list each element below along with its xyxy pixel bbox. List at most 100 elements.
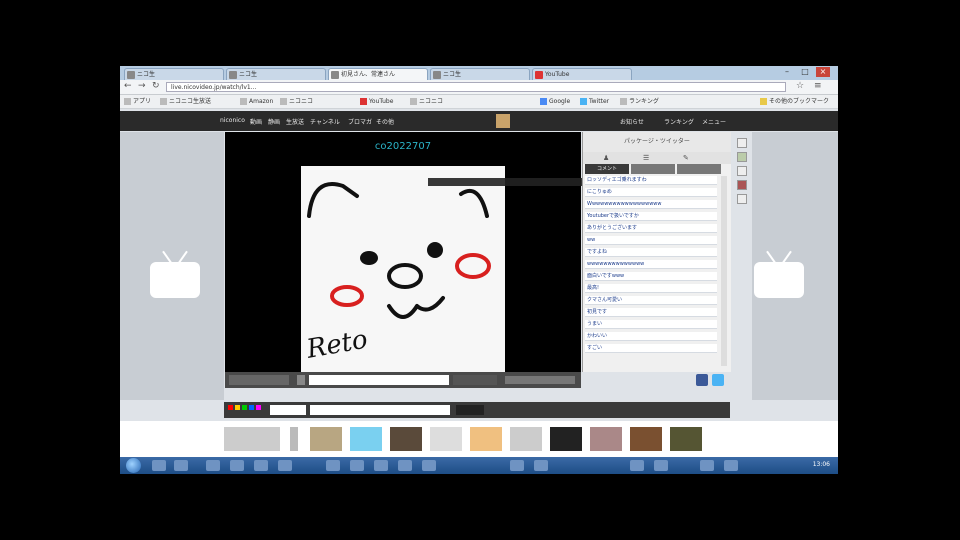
color-swatch[interactable] xyxy=(242,405,247,410)
thumbnail[interactable] xyxy=(390,427,422,451)
comment-row[interactable]: うまい xyxy=(585,320,717,329)
thumbnail[interactable] xyxy=(590,427,622,451)
taskbar-app-icon[interactable] xyxy=(422,460,436,471)
taskbar-app-icon[interactable] xyxy=(534,460,548,471)
browser-tab[interactable]: ニコ生 xyxy=(430,68,530,80)
comment-row[interactable]: 最高! xyxy=(585,284,717,293)
comment-row[interactable]: すごい xyxy=(585,344,717,353)
browser-tab[interactable]: ニコ生 xyxy=(226,68,326,80)
settings-icon[interactable] xyxy=(297,375,305,385)
taskbar-app-icon[interactable] xyxy=(326,460,340,471)
comment-row[interactable]: 初見です xyxy=(585,308,717,317)
comment-row[interactable]: Wwwwwwwwwwwwwwwwww xyxy=(585,200,717,209)
twitter-icon[interactable] xyxy=(712,374,724,386)
thumbnail[interactable] xyxy=(350,427,382,451)
taskbar-app-icon[interactable] xyxy=(254,460,268,471)
submit-button[interactable] xyxy=(453,375,497,385)
avatar[interactable] xyxy=(496,114,510,128)
bookmark-item[interactable]: Amazon xyxy=(240,97,273,106)
community-id[interactable]: co2022707 xyxy=(225,132,581,162)
taskbar-app-icon[interactable] xyxy=(630,460,644,471)
bookmark-item[interactable]: アプリ xyxy=(124,97,151,106)
nav-link[interactable]: niconico xyxy=(220,117,245,124)
user-link[interactable]: お知らせ xyxy=(620,117,644,126)
taskbar-app-icon[interactable] xyxy=(350,460,364,471)
taskbar-app-icon[interactable] xyxy=(278,460,292,471)
back-icon[interactable]: ← xyxy=(124,81,132,91)
thumbnail[interactable] xyxy=(630,427,662,451)
bookmark-item[interactable]: ニコニコ xyxy=(280,97,313,106)
start-button[interactable] xyxy=(126,458,141,473)
bookmark-item[interactable]: YouTube xyxy=(360,97,393,106)
reload-icon[interactable]: ↻ xyxy=(152,81,160,91)
color-swatch[interactable] xyxy=(228,405,233,410)
scroll-handle[interactable] xyxy=(290,427,298,451)
close-icon[interactable]: × xyxy=(816,67,830,77)
user-icon[interactable]: ♟ xyxy=(603,154,609,162)
draw-text-input[interactable] xyxy=(310,405,450,415)
browser-tab-active[interactable]: 初見さん、常連さん xyxy=(328,68,428,80)
nav-link[interactable]: 静画 xyxy=(268,117,280,126)
tab-comments[interactable]: コメント xyxy=(585,164,629,174)
comment-row[interactable]: ロッソディエゴ乗れますわ xyxy=(585,176,717,185)
browser-tab[interactable]: ニコ生 xyxy=(124,68,224,80)
nav-link[interactable]: その他 xyxy=(376,117,394,126)
url-input[interactable]: live.nicovideo.jp/watch/lv1... xyxy=(166,82,786,92)
comment-scrollbar[interactable] xyxy=(721,176,727,366)
tool-button[interactable] xyxy=(737,166,747,176)
taskbar-app-icon[interactable] xyxy=(230,460,244,471)
bookmark-item[interactable]: ニコニコ生放送 xyxy=(160,97,211,106)
thumbnail[interactable] xyxy=(510,427,542,451)
taskbar-app-icon[interactable] xyxy=(700,460,714,471)
comment-row[interactable]: クマさん可愛い xyxy=(585,296,717,305)
volume-icons[interactable] xyxy=(505,376,575,384)
minimize-icon[interactable]: – xyxy=(780,67,794,77)
taskbar-app-icon[interactable] xyxy=(654,460,668,471)
taskbar-app-icon[interactable] xyxy=(206,460,220,471)
video-player[interactable]: co2022707 Reto xyxy=(225,132,598,372)
player-overlay-bar[interactable] xyxy=(428,178,598,186)
list-icon[interactable]: ☰ xyxy=(643,154,649,162)
draw-input[interactable] xyxy=(270,405,306,415)
comment-row[interactable]: Youtuberで扱いですか xyxy=(585,212,717,221)
nav-link[interactable]: ブロマガ xyxy=(348,117,372,126)
menu-icon[interactable]: ≡ xyxy=(814,81,822,91)
tool-button[interactable] xyxy=(737,138,747,148)
taskbar-app-icon[interactable] xyxy=(174,460,188,471)
tab-third[interactable] xyxy=(677,164,721,174)
color-swatch[interactable] xyxy=(256,405,261,410)
comment-row[interactable]: にこりゅめ xyxy=(585,188,717,197)
user-link[interactable]: ランキング xyxy=(664,117,694,126)
bookmark-item[interactable]: その他のブックマーク xyxy=(760,97,829,106)
draw-submit-button[interactable] xyxy=(456,405,484,415)
user-link[interactable]: メニュー xyxy=(702,117,726,126)
comment-row[interactable]: かわいい xyxy=(585,332,717,341)
browser-tab[interactable]: YouTube xyxy=(532,68,632,80)
bookmark-item[interactable]: Twitter xyxy=(580,97,609,106)
bookmark-item[interactable]: Google xyxy=(540,97,570,106)
maximize-icon[interactable]: □ xyxy=(798,67,812,77)
thumbnail[interactable] xyxy=(310,427,342,451)
comment-row[interactable]: ですよね xyxy=(585,248,717,257)
comment-row[interactable]: ありがとうございます xyxy=(585,224,717,233)
tool-button[interactable] xyxy=(737,180,747,190)
tool-button[interactable] xyxy=(737,152,747,162)
nav-link[interactable]: 動画 xyxy=(250,117,262,126)
control-button[interactable] xyxy=(229,375,289,385)
color-swatch[interactable] xyxy=(235,405,240,410)
bookmark-item[interactable]: ニコニコ xyxy=(410,97,443,106)
taskbar-app-icon[interactable] xyxy=(398,460,412,471)
comment-row[interactable]: 面白いですwww xyxy=(585,272,717,281)
taskbar-app-icon[interactable] xyxy=(724,460,738,471)
tab-second[interactable] xyxy=(631,164,675,174)
thumbnail[interactable] xyxy=(430,427,462,451)
thumbnail[interactable] xyxy=(224,427,280,451)
forward-icon[interactable]: → xyxy=(138,81,146,91)
comment-icon[interactable]: ✎ xyxy=(683,154,689,162)
thumbnail[interactable] xyxy=(670,427,702,451)
taskbar-app-icon[interactable] xyxy=(374,460,388,471)
nav-link[interactable]: 生放送 xyxy=(286,117,304,126)
taskbar-app-icon[interactable] xyxy=(152,460,166,471)
comment-row[interactable]: ww xyxy=(585,236,717,245)
nav-link[interactable]: チャンネル xyxy=(310,117,340,126)
